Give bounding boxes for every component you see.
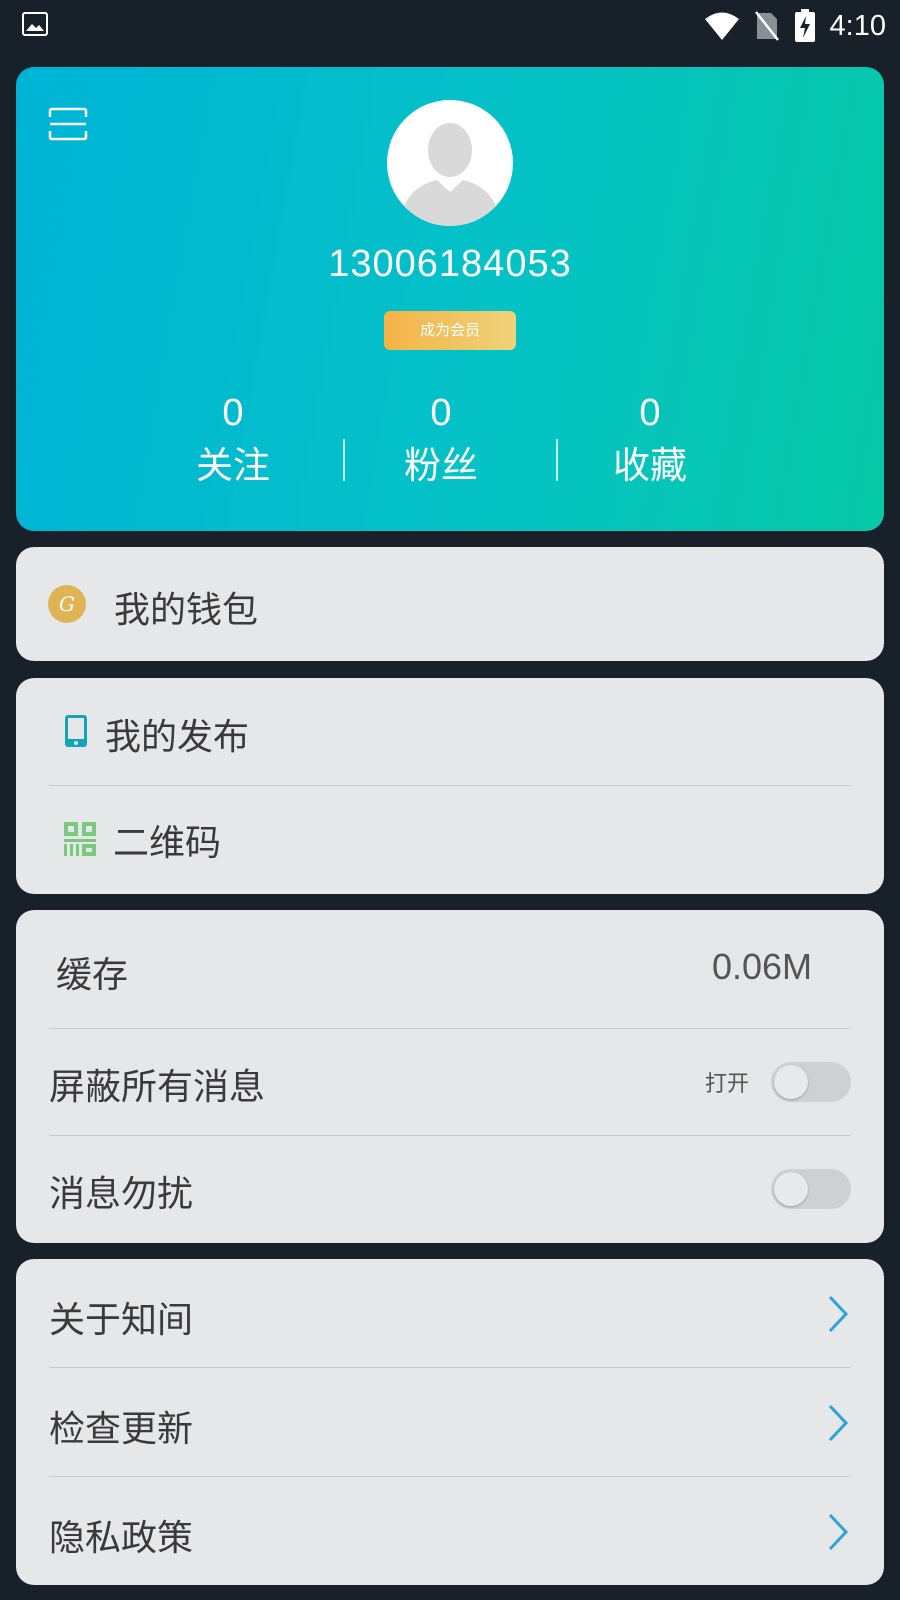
toggle-knob xyxy=(774,1172,808,1206)
no-sim-icon xyxy=(754,11,779,41)
my-publish-row[interactable]: 我的发布 xyxy=(16,678,884,785)
stat-divider xyxy=(343,439,345,481)
my-publish-label: 我的发布 xyxy=(105,717,250,758)
privacy-policy-row[interactable]: 隐私政策 xyxy=(16,1477,884,1585)
publish-card: 我的发布 二维码 xyxy=(16,678,884,894)
do-not-disturb-toggle[interactable] xyxy=(771,1169,851,1209)
block-all-state-label: 打开 xyxy=(704,1072,749,1097)
wifi-icon xyxy=(704,12,739,40)
cache-row[interactable]: 缓存 0.06M xyxy=(16,910,884,1028)
qrcode-icon xyxy=(64,822,96,856)
chevron-right-icon xyxy=(828,1513,849,1551)
do-not-disturb-label: 消息勿扰 xyxy=(49,1174,194,1215)
qrcode-label: 二维码 xyxy=(113,823,222,864)
stat-favorites[interactable]: 0 收藏 xyxy=(560,387,740,491)
cache-size: 0.06M xyxy=(711,946,812,987)
chevron-right-icon xyxy=(828,1295,849,1333)
block-all-messages-label: 屏蔽所有消息 xyxy=(49,1067,266,1108)
profile-header: 13006184053 成为会员 0 关注 0 粉丝 0 收藏 xyxy=(16,67,884,531)
user-phone-number: 13006184053 xyxy=(328,243,572,285)
check-update-label: 检查更新 xyxy=(49,1409,194,1450)
clock: 4:10 xyxy=(829,9,886,42)
become-member-button[interactable]: 成为会员 xyxy=(384,311,516,350)
block-all-messages-row: 屏蔽所有消息 打开 xyxy=(16,1029,884,1135)
battery-charging-icon xyxy=(794,9,815,42)
wallet-label: 我的钱包 xyxy=(114,590,259,631)
about-card: 关于知间 检查更新 隐私政策 xyxy=(16,1259,884,1585)
following-label: 关注 xyxy=(196,444,270,487)
privacy-policy-label: 隐私政策 xyxy=(49,1518,194,1559)
stat-following[interactable]: 0 关注 xyxy=(143,387,323,491)
about-label: 关于知间 xyxy=(49,1300,194,1341)
toggle-knob xyxy=(774,1065,808,1099)
check-update-row[interactable]: 检查更新 xyxy=(16,1368,884,1476)
cache-label: 缓存 xyxy=(56,955,129,996)
favorites-count: 0 xyxy=(639,392,661,434)
avatar[interactable] xyxy=(387,100,513,226)
block-all-messages-toggle[interactable] xyxy=(771,1062,851,1102)
image-icon xyxy=(22,12,48,36)
gold-coin-icon: G xyxy=(48,585,86,623)
fans-label: 粉丝 xyxy=(404,444,478,487)
scan-menu-icon[interactable] xyxy=(48,107,88,141)
profile-stats: 0 关注 0 粉丝 0 收藏 xyxy=(16,387,884,497)
qrcode-row[interactable]: 二维码 xyxy=(16,786,884,894)
default-user-icon xyxy=(399,123,501,226)
following-count: 0 xyxy=(222,392,244,434)
settings-card: 缓存 0.06M 屏蔽所有消息 打开 消息勿扰 xyxy=(16,910,884,1243)
status-icons: 4:10 xyxy=(704,6,886,46)
do-not-disturb-row: 消息勿扰 xyxy=(16,1136,884,1243)
wallet-card[interactable]: G 我的钱包 xyxy=(16,547,884,661)
chevron-right-icon xyxy=(828,1404,849,1442)
stat-fans[interactable]: 0 粉丝 xyxy=(351,387,531,491)
status-bar: 4:10 xyxy=(0,0,900,50)
fans-count: 0 xyxy=(430,392,452,434)
about-row[interactable]: 关于知间 xyxy=(16,1259,884,1367)
phone-icon xyxy=(65,715,87,747)
coin-letter: G xyxy=(59,592,75,616)
favorites-label: 收藏 xyxy=(613,444,687,487)
stat-divider xyxy=(556,439,558,481)
